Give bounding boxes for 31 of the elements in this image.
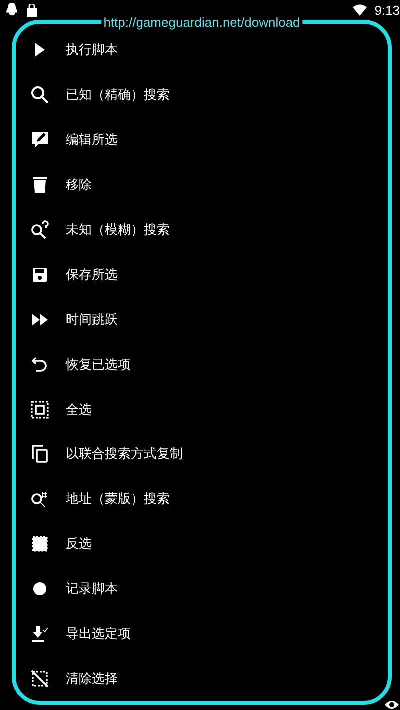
menu-item[interactable]: 恢复已选项 <box>16 342 388 388</box>
menu-item[interactable]: 移除 <box>16 162 388 208</box>
menu-item[interactable]: 保存所选 <box>16 252 388 298</box>
download-url: http://gameguardian.net/download <box>102 16 302 30</box>
menu-item[interactable]: 清除选择 <box>16 656 388 702</box>
trash-icon <box>30 175 50 196</box>
menu-item[interactable]: 反选 <box>16 522 388 567</box>
clear-selection-icon <box>30 668 50 689</box>
shopping-bag-icon <box>26 4 38 16</box>
menu-item[interactable]: 时间跳跃 <box>16 297 388 342</box>
search-icon <box>30 85 50 106</box>
edit-icon <box>30 130 50 150</box>
menu-item[interactable]: 编辑所选 <box>16 118 388 163</box>
eye-icon[interactable] <box>384 699 400 710</box>
clock-time: 9:13 <box>374 2 400 18</box>
copy-icon <box>30 444 50 464</box>
search-hash-icon <box>30 489 50 510</box>
menu-item[interactable]: 全选 <box>16 387 388 432</box>
download-icon <box>30 624 50 644</box>
search-question-icon <box>30 220 50 240</box>
undo-icon <box>30 354 50 375</box>
menu-item[interactable]: 以联合搜索方式复制 <box>16 432 388 477</box>
menu-item[interactable]: 未知（模糊）搜索 <box>16 208 388 252</box>
penguin-icon <box>6 3 18 17</box>
menu-item[interactable]: 已知（精确）搜索 <box>16 72 388 118</box>
menu-item[interactable]: 记录脚本 <box>16 566 388 612</box>
wifi-icon <box>352 4 367 16</box>
menu-item[interactable]: 地址（蒙版）搜索 <box>16 476 388 522</box>
menu-item[interactable]: 导出选定项 <box>16 612 388 656</box>
select-all-icon <box>30 400 50 420</box>
invert-selection-icon <box>30 534 50 554</box>
